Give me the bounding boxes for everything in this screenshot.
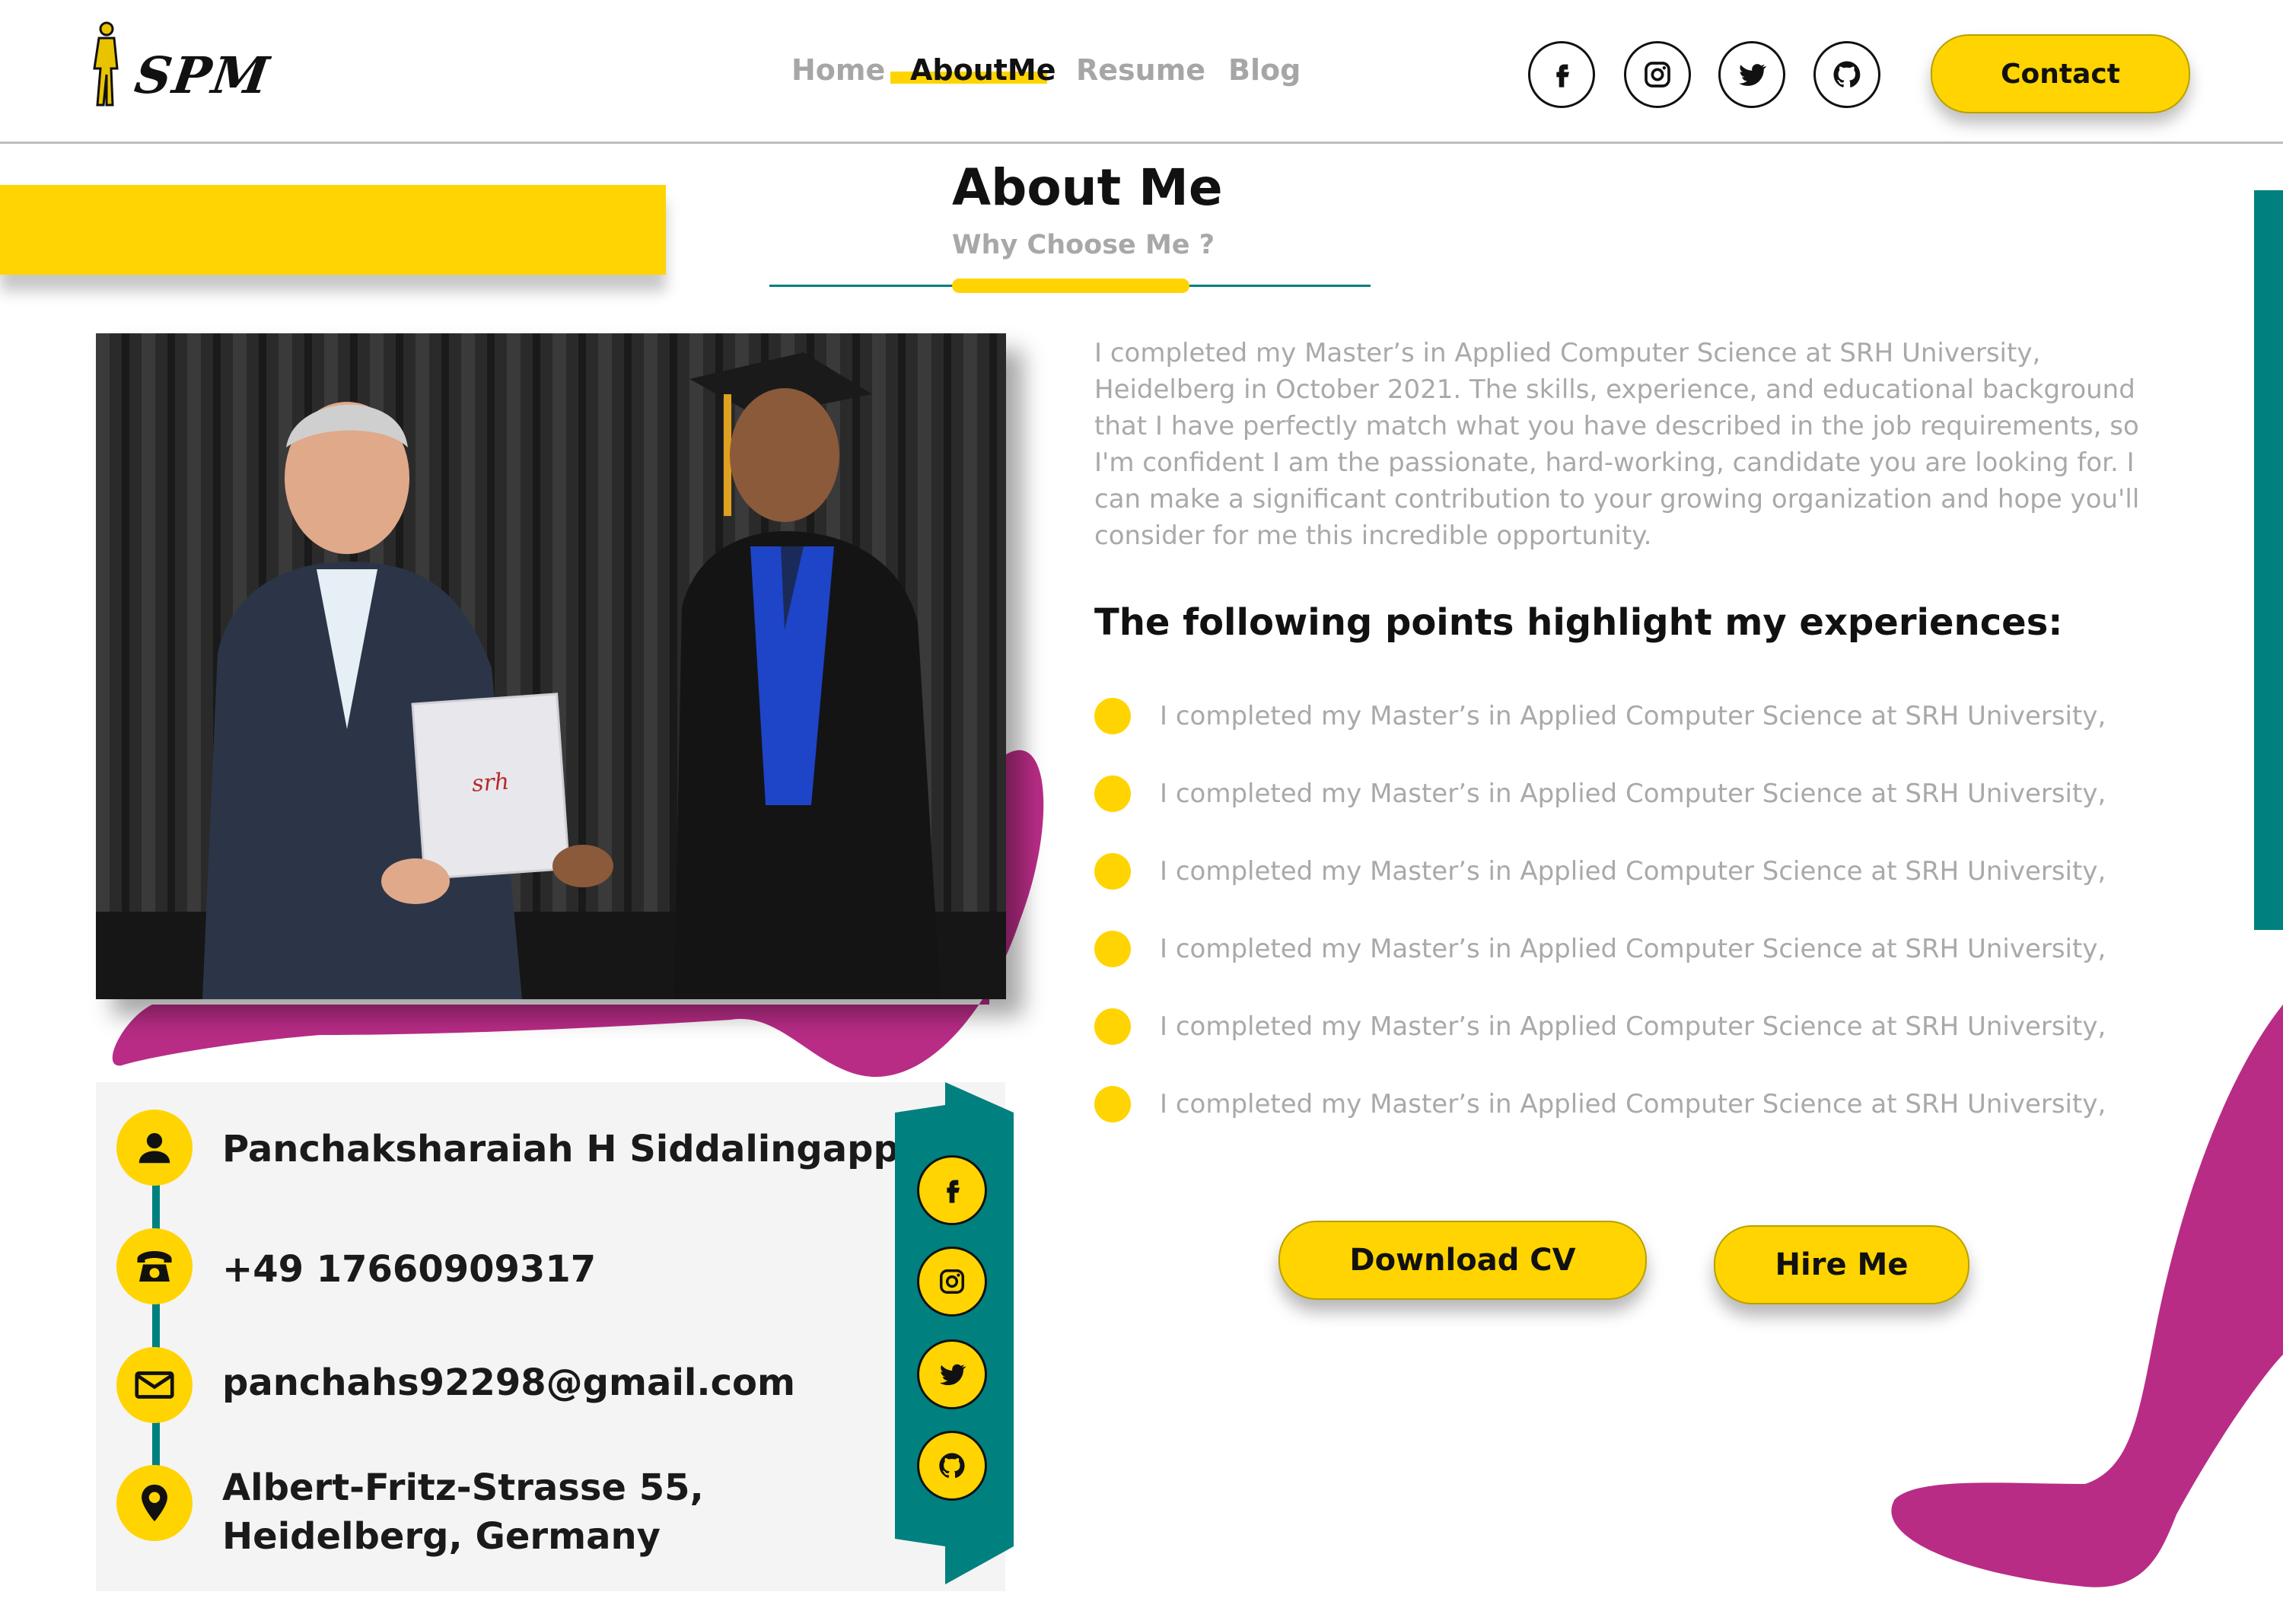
phone-icon	[137, 1251, 172, 1282]
page-subtitle: Why Choose Me ?	[952, 230, 1215, 260]
decorative-yellow-band	[0, 185, 666, 275]
github-icon	[1833, 61, 1861, 88]
envelope-icon	[135, 1371, 174, 1399]
title-divider-pill	[952, 279, 1189, 293]
card-instagram-button[interactable]	[917, 1247, 987, 1317]
header-github-button[interactable]	[1813, 41, 1880, 108]
card-github-button[interactable]	[917, 1431, 987, 1501]
bullet-dot-icon	[1094, 698, 1131, 734]
points-heading: The following points highlight my experi…	[1094, 601, 2063, 644]
contact-address: Albert-Fritz-Strasse 55, Heidelberg, Ger…	[222, 1466, 704, 1558]
bullet-dot-icon	[1094, 1008, 1131, 1045]
list-item-text: I completed my Master’s in Applied Compu…	[1160, 934, 2106, 964]
about-paragraph: I completed my Master’s in Applied Compu…	[1094, 338, 2140, 551]
list-item-text: I completed my Master’s in Applied Compu…	[1160, 1011, 2106, 1042]
contact-name: Panchaksharaiah H Siddalingappa	[222, 1128, 925, 1170]
list-item: I completed my Master’s in Applied Compu…	[1094, 695, 2106, 737]
location-pin-icon	[142, 1484, 167, 1522]
bullet-dot-icon	[1094, 853, 1131, 890]
contact-button[interactable]: Contact	[1931, 34, 2190, 113]
list-item: I completed my Master’s in Applied Compu…	[1094, 1005, 2106, 1048]
list-item-text: I completed my Master’s in Applied Compu…	[1160, 779, 2106, 809]
facebook-icon	[947, 1180, 960, 1203]
bullet-dot-icon	[1094, 775, 1131, 812]
contact-email[interactable]: panchahs92298@gmail.com	[222, 1358, 795, 1407]
nav-link-aboutme[interactable]: AboutMe	[910, 53, 1056, 87]
bullet-dot-icon	[1094, 1086, 1131, 1122]
person-icon	[139, 1132, 170, 1164]
twitter-icon	[1739, 64, 1767, 86]
contact-info-timeline-rail	[152, 1164, 160, 1484]
list-item: I completed my Master’s in Applied Compu…	[1094, 850, 2106, 893]
nav-link-resume[interactable]: Resume	[1076, 53, 1205, 87]
header-twitter-button[interactable]	[1718, 41, 1785, 108]
graduation-photo-illustration: srh	[96, 333, 1006, 999]
page-title: About Me	[952, 158, 1223, 217]
logo-text[interactable]: SPM	[132, 46, 274, 105]
folder-logo-text: srh	[471, 769, 510, 798]
instagram-icon	[940, 1269, 964, 1294]
graduation-photo: srh	[96, 333, 1006, 999]
list-item-text: I completed my Master’s in Applied Compu…	[1160, 856, 2106, 887]
email-icon-badge	[116, 1347, 193, 1423]
list-item: I completed my Master’s in Applied Compu…	[1094, 1083, 2106, 1126]
decorative-teal-band	[2254, 190, 2283, 930]
hire-me-button[interactable]: Hire Me	[1714, 1225, 1969, 1304]
person-icon-badge	[116, 1110, 193, 1186]
list-item: I completed my Master’s in Applied Compu…	[1094, 928, 2106, 970]
facebook-icon	[1556, 64, 1569, 88]
list-item-text: I completed my Master’s in Applied Compu…	[1160, 701, 2106, 731]
card-twitter-button[interactable]	[917, 1339, 987, 1409]
header-instagram-button[interactable]	[1624, 41, 1691, 108]
github-icon	[939, 1453, 965, 1479]
phone-icon-badge	[116, 1228, 193, 1304]
location-icon-badge	[116, 1465, 193, 1541]
instagram-icon	[1645, 62, 1670, 88]
list-item: I completed my Master’s in Applied Compu…	[1094, 772, 2106, 815]
nav-link-blog[interactable]: Blog	[1228, 53, 1301, 87]
list-item-text: I completed my Master’s in Applied Compu…	[1160, 1089, 2106, 1119]
nav-link-home[interactable]: Home	[791, 53, 885, 87]
twitter-icon	[940, 1364, 966, 1386]
card-facebook-button[interactable]	[917, 1155, 987, 1225]
download-cv-button[interactable]: Download CV	[1278, 1221, 1647, 1300]
bullet-dot-icon	[1094, 931, 1131, 967]
header-facebook-button[interactable]	[1528, 41, 1595, 108]
contact-phone[interactable]: +49 17660909317	[222, 1245, 596, 1294]
